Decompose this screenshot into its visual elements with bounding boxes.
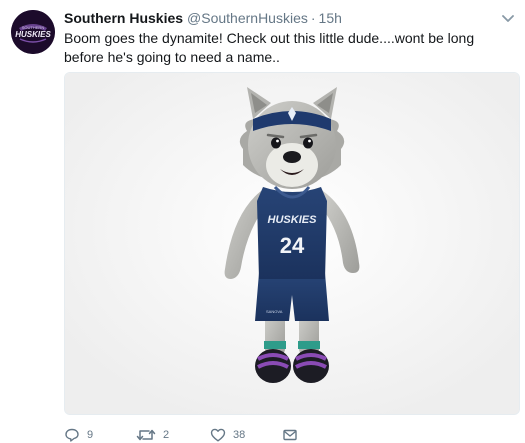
huskies-logo: SOUTHERN HUSKIES [11,10,55,54]
display-name[interactable]: Southern Huskies [64,10,183,26]
reply-button[interactable]: 9 [64,427,93,443]
avatar[interactable]: SOUTHERN HUSKIES [11,10,55,54]
timestamp[interactable]: 15h [319,10,342,26]
like-button[interactable]: 38 [210,427,245,443]
tweet-actions: 9 2 38 [64,427,520,443]
retweet-icon [136,429,156,441]
tweet-media-image[interactable]: SANOVA HUSKIES 24 [64,72,520,415]
user-handle[interactable]: @SouthernHuskies [187,10,308,26]
avatar-logo-text: HUSKIES [15,30,51,39]
direct-message-button[interactable] [282,427,298,443]
husky-mascot-plush-image: SANOVA HUSKIES 24 [65,73,519,414]
like-count: 38 [233,429,246,441]
retweet-count: 2 [163,429,170,441]
direct-message-icon [283,429,297,441]
tweet-card[interactable]: SOUTHERN HUSKIES Southern Huskies @South… [0,0,525,443]
separator-dot: · [310,10,316,26]
jersey-text: HUSKIES [268,214,318,226]
chevron-down-icon[interactable] [500,12,516,26]
reply-count: 9 [87,429,94,441]
tweet-text: Boom goes the dynamite! Check out this l… [64,30,475,65]
heart-icon [210,428,226,442]
reply-icon [65,428,79,442]
jersey-number: 24 [280,233,305,258]
retweet-button[interactable]: 2 [136,427,169,443]
shorts-sponsor-text: SANOVA [266,309,283,314]
tweet-header: Southern Huskies @SouthernHuskies · 15h [64,10,342,30]
